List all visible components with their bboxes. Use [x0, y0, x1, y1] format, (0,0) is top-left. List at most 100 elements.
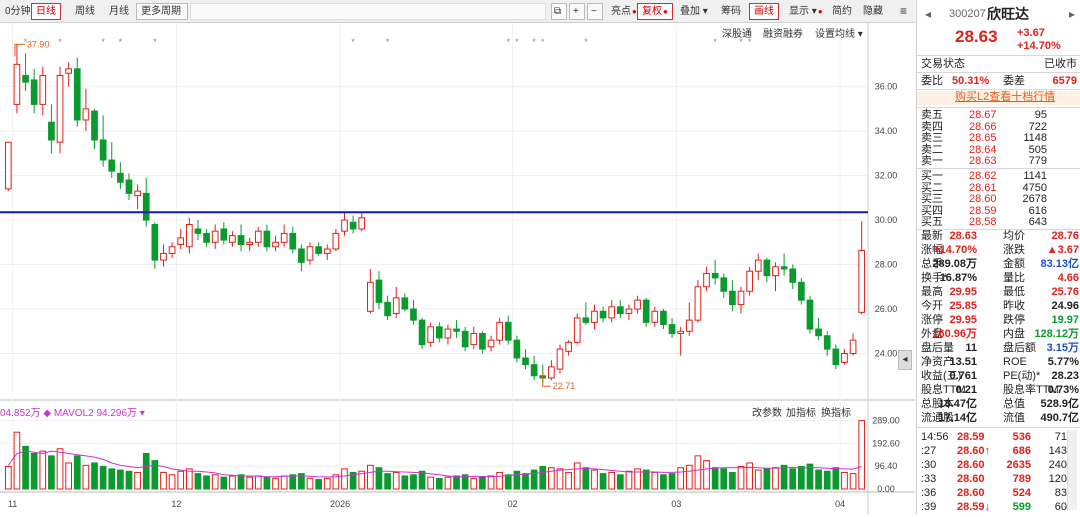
stat-value: 28.23	[1051, 370, 1079, 382]
kline-chart-area[interactable]: 36.00 34.00 32.00 30.00 28.00 26.00 24.00 289.0…	[0, 23, 915, 514]
candle-body	[39, 74, 47, 105]
candle-body	[142, 192, 150, 221]
volume-bar	[323, 477, 331, 490]
kline-chart[interactable]: 36.00 34.00 32.00 30.00 28.00 26.00 24.00 289.0…	[0, 23, 915, 514]
ticks-scrollbar[interactable]	[1067, 430, 1077, 510]
volume-bar	[30, 453, 38, 490]
red-dot-icon: ●	[663, 7, 668, 16]
weicha-value: 6579	[1052, 75, 1077, 87]
volume-bar	[125, 470, 133, 490]
next-stock-icon[interactable]: ▸	[1069, 8, 1075, 21]
edit-params-button[interactable]: 改参数	[752, 404, 782, 419]
candle-body	[685, 319, 693, 332]
candle-body	[125, 179, 133, 194]
add-indicator-button[interactable]: 加指标	[786, 404, 816, 419]
stat-row: 涨幅 +14.70% 涨跌 ▲3.67	[917, 244, 1080, 257]
stat-row: 流通股 17.14亿 流值 490.7亿	[917, 412, 1080, 425]
more-periods-dropdown[interactable]: 更多周期	[136, 3, 188, 20]
volume-bar	[56, 448, 64, 490]
volume-bar	[427, 476, 435, 490]
candle-body	[194, 228, 202, 234]
display-menu[interactable]: 显示 ▾●	[784, 3, 828, 20]
event-markers: * * * * * * * * * * * * * * *	[24, 37, 752, 47]
y-tick-label: 36.00	[875, 82, 898, 92]
tick-volume: 536	[1012, 431, 1031, 443]
volume-bar	[651, 471, 659, 490]
menu-icon[interactable]: ≡	[895, 3, 912, 20]
y-tick-label: 24.00	[875, 349, 898, 359]
candle-body	[272, 241, 279, 248]
candle-body	[634, 299, 641, 310]
overlay-menu[interactable]: 叠加 ▾	[675, 3, 713, 20]
volume-bar	[539, 466, 547, 490]
plus-icon[interactable]: +	[569, 3, 585, 20]
stat-value: 17.14亿	[938, 412, 977, 424]
candle-body	[832, 348, 840, 366]
weicha-label: 委差	[1003, 75, 1025, 87]
volume-bar	[479, 476, 486, 490]
stat-value: 528.9亿	[1040, 398, 1079, 410]
stat-value: 4.66	[1057, 272, 1079, 284]
volume-bar	[220, 476, 228, 490]
candle-body	[522, 357, 529, 366]
simple-mode-button[interactable]: 简约	[827, 3, 857, 20]
stat-row: 盘后量 11 盘后额 3.15万	[917, 342, 1080, 355]
volume-bar	[65, 462, 72, 490]
period-daily-tab[interactable]: 日线	[31, 3, 61, 20]
tick-time: :39	[921, 501, 937, 513]
candle-body	[341, 219, 348, 232]
price-change-pct: +14.70%	[1017, 40, 1061, 52]
candle-body	[556, 348, 564, 370]
volume-bar	[194, 473, 202, 490]
volume-bar	[229, 475, 236, 490]
volume-bar	[168, 474, 176, 490]
draw-line-button[interactable]: 画线	[749, 3, 779, 20]
chips-button[interactable]: 筹码	[716, 3, 746, 20]
event-marker-icon: *	[507, 37, 511, 47]
candle-body	[780, 266, 788, 270]
event-marker-icon: *	[153, 37, 157, 47]
volume-bar	[780, 464, 788, 490]
rights-adjust-menu[interactable]: 复权●	[637, 3, 673, 20]
candle-body	[789, 268, 797, 283]
tick-row: :27 28.60↑ 686 143	[917, 445, 1080, 458]
tick-count: 60	[1054, 501, 1067, 513]
period-monthly-tab[interactable]: 月线	[104, 3, 134, 20]
candle-body	[660, 310, 667, 326]
candle-body	[470, 332, 478, 346]
volume-bar	[237, 474, 245, 490]
event-marker-icon: *	[541, 37, 545, 47]
event-marker-icon: *	[584, 37, 588, 47]
volume-bar	[858, 420, 866, 490]
prev-stock-icon[interactable]: ◂	[925, 8, 931, 21]
hide-button[interactable]: 隐藏	[858, 3, 888, 20]
volume-bar	[306, 477, 314, 490]
northbound-toggle[interactable]: 深股通	[722, 25, 752, 40]
candle-body	[504, 321, 512, 341]
buy-l2-link[interactable]: 购买L2查看十档行情	[955, 91, 1055, 104]
stat-value: 28.76	[1051, 230, 1079, 242]
volume-bar	[367, 464, 374, 490]
stat-value: 5.77%	[1047, 356, 1079, 368]
volume-bar	[660, 474, 667, 490]
candle-body	[444, 328, 452, 339]
weibi-value: 50.31%	[952, 75, 990, 87]
volume-bar	[763, 468, 771, 490]
copy-icon[interactable]: ⧉	[551, 3, 567, 20]
stat-row: 外盘 160.96万 内盘 128.12万	[917, 328, 1080, 341]
tick-price: 28.60	[957, 459, 985, 471]
candle-body	[754, 259, 762, 272]
minus-icon[interactable]: −	[587, 3, 603, 20]
ma-settings-label: 设置均线	[815, 29, 855, 40]
stat-value: 18.47亿	[938, 398, 977, 410]
period-weekly-tab[interactable]: 周线	[70, 3, 100, 20]
stat-value: 28.63	[949, 230, 977, 242]
margin-trading-toggle[interactable]: 融资融券	[763, 25, 803, 40]
candle-body	[280, 232, 288, 243]
collapse-panel-icon[interactable]: ◂	[898, 350, 912, 370]
switch-indicator-button[interactable]: 换指标	[821, 404, 851, 419]
volume-bar	[410, 474, 417, 490]
ma-settings-button[interactable]: 设置均线 ▾	[815, 25, 863, 40]
candle-body	[435, 326, 443, 339]
candle-body	[65, 68, 72, 74]
